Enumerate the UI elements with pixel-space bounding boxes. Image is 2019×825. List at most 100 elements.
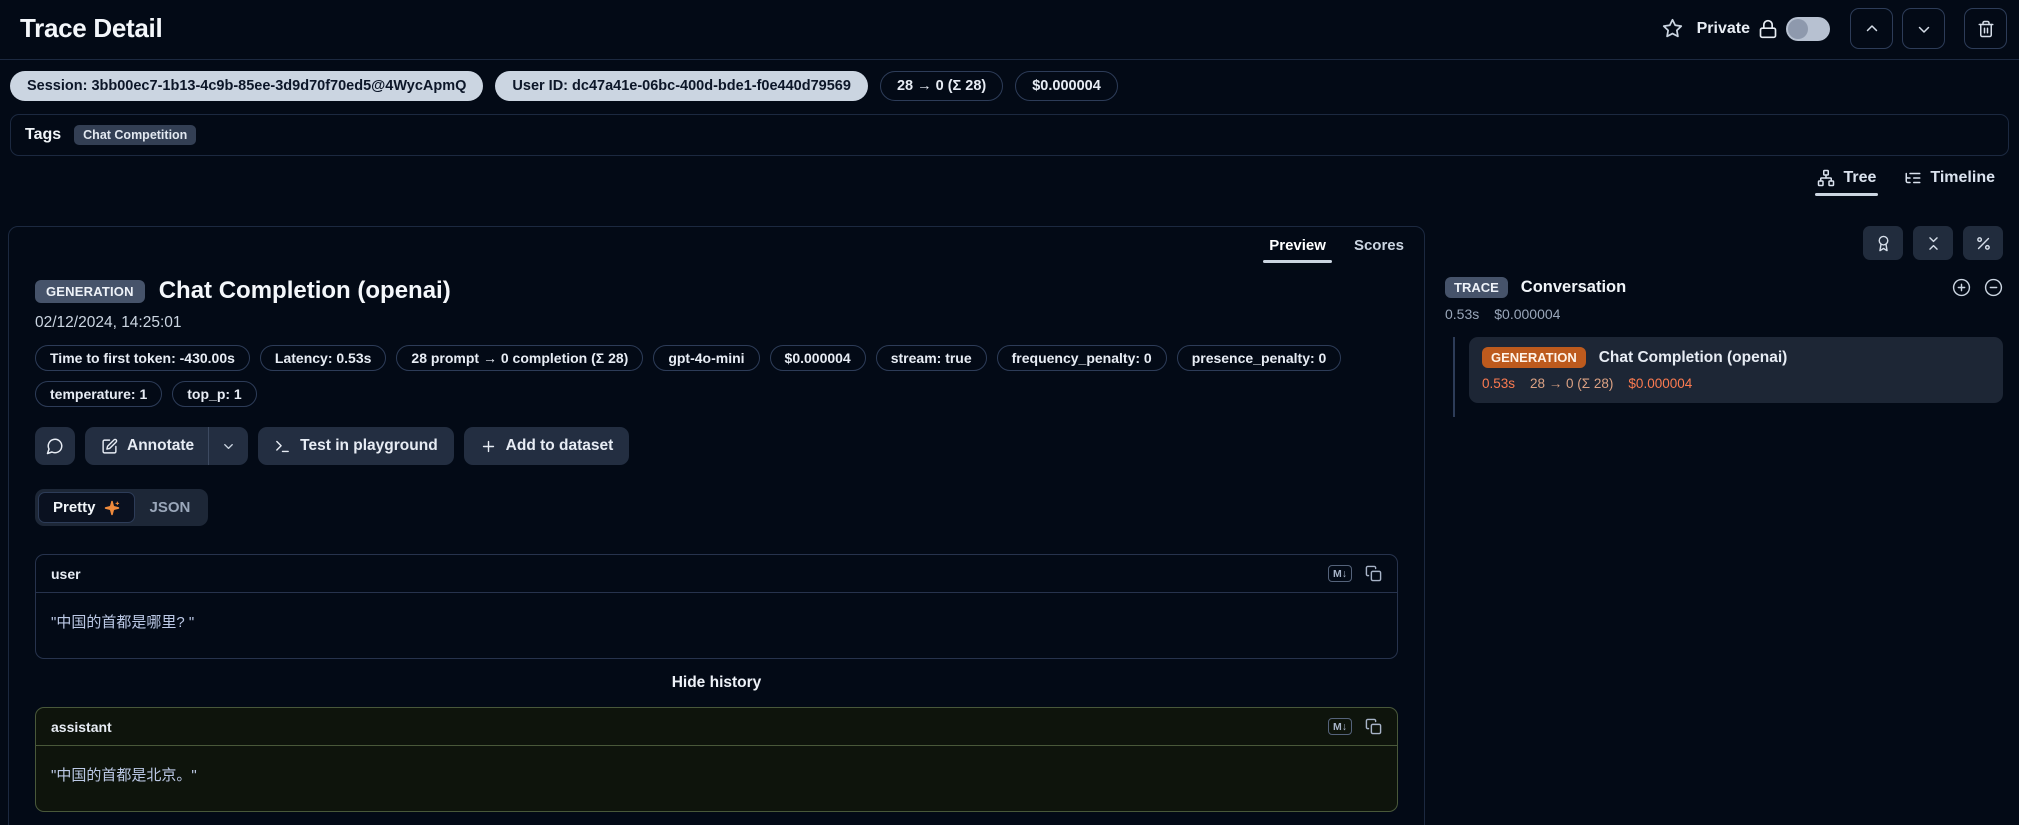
hide-history-link[interactable]: Hide history <box>35 674 1398 692</box>
action-buttons: Annotate Test in playground Add to datas… <box>35 427 1398 465</box>
message-tools: M↓ <box>1328 565 1382 582</box>
chevron-down-icon <box>1915 20 1933 38</box>
playground-label: Test in playground <box>300 437 438 455</box>
observation-header: GENERATION Chat Completion (openai) <box>35 277 1398 305</box>
collapse-all-button[interactable] <box>1913 226 1953 260</box>
add-to-dataset-button[interactable]: Add to dataset <box>464 427 630 465</box>
bookmark-star-icon[interactable] <box>1662 18 1683 39</box>
cost-pill: $0.000004 <box>770 345 866 371</box>
tab-scores[interactable]: Scores <box>1352 230 1406 263</box>
topbar-actions: Private <box>1662 8 2007 49</box>
trace-latency: 0.53s <box>1445 306 1479 322</box>
cost-badge: $0.000004 <box>1015 71 1118 101</box>
award-icon <box>1875 235 1892 252</box>
frequency-penalty-pill: frequency_penalty: 0 <box>997 345 1167 371</box>
message-role: assistant <box>51 719 112 735</box>
tab-tree[interactable]: Tree <box>1817 169 1876 196</box>
tab-timeline[interactable]: Timeline <box>1904 169 1995 196</box>
tab-preview[interactable]: Preview <box>1267 230 1328 263</box>
sparkles-icon <box>104 500 120 516</box>
plus-icon <box>480 438 497 455</box>
panel-tabs: Preview Scores <box>1267 230 1406 263</box>
view-tabs: Tree Timeline <box>0 156 2019 196</box>
presence-penalty-pill: presence_penalty: 0 <box>1177 345 1342 371</box>
generation-row: GENERATION Chat Completion (openai) <box>1482 347 1990 368</box>
generation-tokens: 28 → 0 (Σ 28) <box>1530 376 1613 391</box>
tab-timeline-label: Timeline <box>1930 169 1995 187</box>
copy-icon <box>1365 565 1382 582</box>
copy-icon <box>1365 718 1382 735</box>
sidebar-toolbar <box>1445 226 2003 260</box>
lock-icon <box>1758 19 1778 39</box>
expand-all-button[interactable] <box>1952 278 1971 297</box>
annotate-label: Annotate <box>127 437 194 455</box>
pretty-label: Pretty <box>53 499 96 516</box>
annotate-dropdown-button[interactable] <box>208 427 248 465</box>
generation-tree-item[interactable]: GENERATION Chat Completion (openai) 0.53… <box>1469 337 2003 403</box>
copy-button[interactable] <box>1365 565 1382 582</box>
observation-type-badge: GENERATION <box>35 280 145 303</box>
next-trace-button[interactable] <box>1902 8 1945 49</box>
chat-bubble-icon <box>46 437 64 455</box>
message-assistant: assistant M↓ "中国的首都是北京。" <box>35 707 1398 812</box>
terminal-icon <box>274 438 291 455</box>
markdown-icon[interactable]: M↓ <box>1328 718 1352 735</box>
chevron-up-icon <box>1863 20 1881 38</box>
topbar: Trace Detail Private <box>0 0 2019 60</box>
meta-badge-row: Session: 3bb00ec7-1b13-4c9b-85ee-3d9d70f… <box>0 60 2019 110</box>
format-tab-json[interactable]: JSON <box>135 492 206 523</box>
trash-icon <box>1977 20 1995 38</box>
trace-root-row[interactable]: TRACE Conversation <box>1445 277 2003 298</box>
generation-cost: $0.000004 <box>1628 376 1692 391</box>
privacy-control: Private <box>1697 17 1830 41</box>
chevron-down-icon <box>221 439 236 454</box>
page-title: Trace Detail <box>20 13 162 44</box>
metrics-toggle-button[interactable] <box>1963 226 2003 260</box>
tag-chip[interactable]: Chat Competition <box>74 125 196 145</box>
model-pill[interactable]: gpt-4o-mini <box>653 345 759 371</box>
generation-type-badge: GENERATION <box>1482 347 1586 368</box>
session-badge[interactable]: Session: 3bb00ec7-1b13-4c9b-85ee-3d9d70f… <box>10 71 483 101</box>
tree-expand-controls <box>1952 278 2003 297</box>
main-area: Preview Scores GENERATION Chat Completio… <box>0 226 2019 825</box>
copy-button[interactable] <box>1365 718 1382 735</box>
comment-button[interactable] <box>35 427 75 465</box>
markdown-icon[interactable]: M↓ <box>1328 565 1352 582</box>
chevrons-collapse-icon <box>1925 235 1942 252</box>
percent-icon <box>1975 235 1992 252</box>
circle-minus-icon <box>1984 278 2003 297</box>
prev-trace-button[interactable] <box>1850 8 1893 49</box>
message-header: user M↓ <box>36 555 1397 593</box>
privacy-label: Private <box>1697 20 1750 38</box>
collapse-tree-button[interactable] <box>1984 278 2003 297</box>
playground-button[interactable]: Test in playground <box>258 427 454 465</box>
add-to-dataset-label: Add to dataset <box>506 437 614 455</box>
annotate-button[interactable]: Annotate <box>85 427 208 465</box>
trace-detail-page: Trace Detail Private <box>0 0 2019 825</box>
tab-tree-label: Tree <box>1843 169 1876 187</box>
generation-name: Chat Completion (openai) <box>1599 349 1788 367</box>
format-tab-pretty[interactable]: Pretty <box>38 492 135 523</box>
circle-plus-icon <box>1952 278 1971 297</box>
token-usage-badge: 28 → 0 (Σ 28) <box>880 71 1003 101</box>
ttft-pill: Time to first token: -430.00s <box>35 345 250 371</box>
trace-tree-sidebar: TRACE Conversation 0.53s $0.000004 <box>1445 226 2011 417</box>
observation-badges: Time to first token: -430.00s Latency: 0… <box>35 345 1398 407</box>
trace-cost: $0.000004 <box>1494 306 1560 322</box>
trace-type-badge: TRACE <box>1445 277 1508 298</box>
privacy-toggle[interactable] <box>1786 17 1830 41</box>
user-id-badge[interactable]: User ID: dc47a41e-06bc-400d-bde1-f0e440d… <box>495 71 868 101</box>
trace-metrics: 0.53s $0.000004 <box>1445 306 2003 322</box>
observation-title: Chat Completion (openai) <box>159 277 451 305</box>
message-tools: M↓ <box>1328 718 1382 735</box>
generation-metrics: 0.53s 28 → 0 (Σ 28) $0.000004 <box>1482 376 1990 391</box>
delete-trace-button[interactable] <box>1964 8 2007 49</box>
panel-body: GENERATION Chat Completion (openai) 02/1… <box>9 227 1424 825</box>
latency-pill: Latency: 0.53s <box>260 345 387 371</box>
tags-container: Tags Chat Competition <box>10 114 2009 156</box>
message-content: "中国的首都是北京。" <box>36 746 1397 811</box>
trace-children: GENERATION Chat Completion (openai) 0.53… <box>1453 337 2003 417</box>
annotate-split-button: Annotate <box>85 427 248 465</box>
message-header: assistant M↓ <box>36 708 1397 746</box>
scores-toggle-button[interactable] <box>1863 226 1903 260</box>
